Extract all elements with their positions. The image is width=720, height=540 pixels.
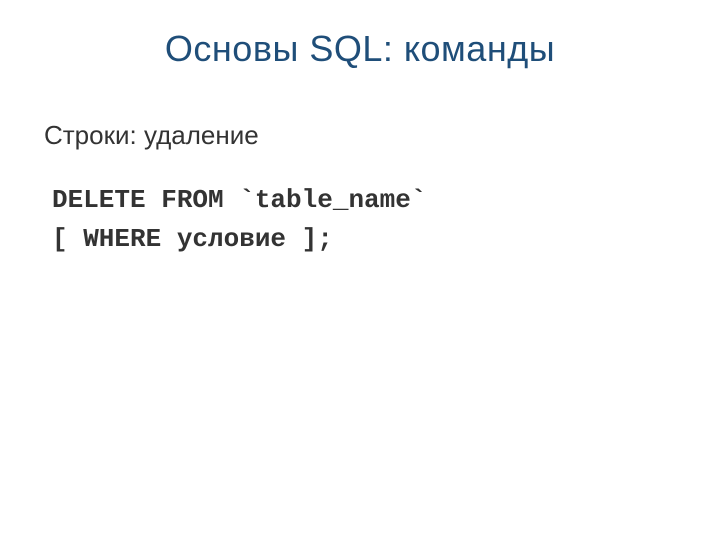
sql-code-block: DELETE FROM `table_name` [ WHERE условие… [52, 181, 680, 259]
section-subtitle: Строки: удаление [44, 120, 680, 151]
slide-container: Основы SQL: команды Строки: удаление DEL… [0, 0, 720, 540]
code-line-2: [ WHERE условие ]; [52, 220, 680, 259]
slide-title: Основы SQL: команды [40, 28, 680, 70]
code-line-1: DELETE FROM `table_name` [52, 181, 680, 220]
